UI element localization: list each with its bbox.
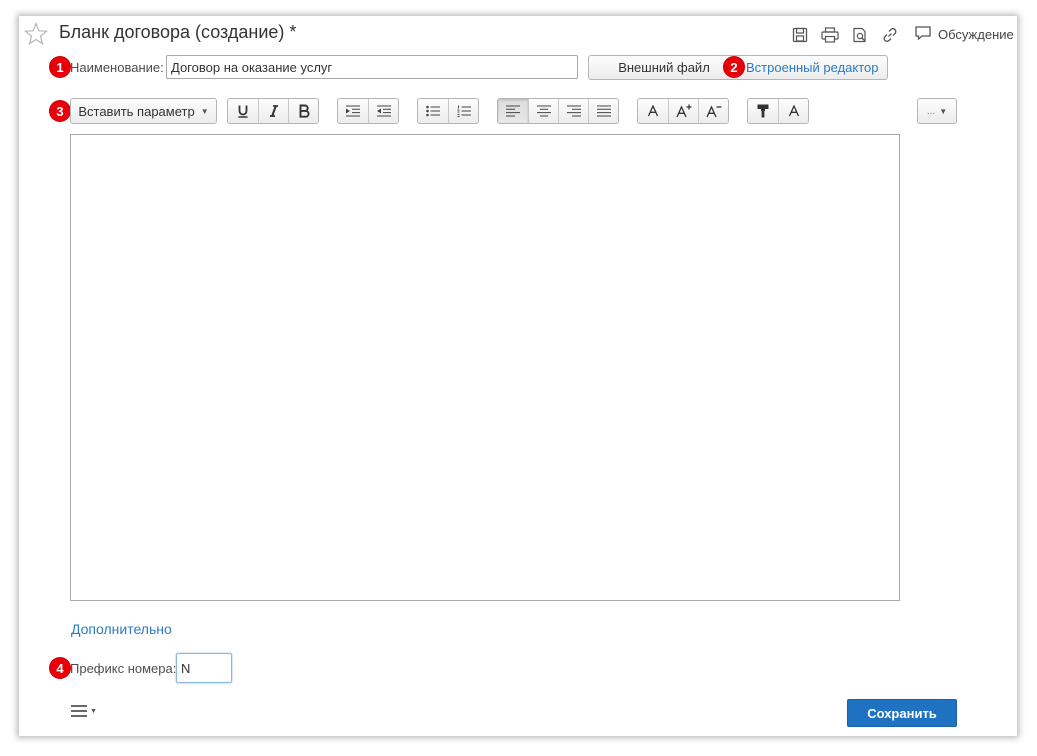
increase-indent-button[interactable] xyxy=(338,99,368,123)
preview-icon[interactable] xyxy=(850,25,870,45)
document-editor[interactable] xyxy=(70,134,900,601)
discussion-button[interactable]: Обсуждение xyxy=(914,25,1014,44)
decrease-indent-button[interactable] xyxy=(368,99,398,123)
save-icon[interactable] xyxy=(790,25,810,45)
additional-link[interactable]: Дополнительно xyxy=(71,621,172,637)
favorite-star-icon[interactable] xyxy=(23,21,49,46)
more-actions-dropdown[interactable]: ... ▼ xyxy=(917,98,957,124)
bold-button[interactable] xyxy=(288,99,318,123)
font-size-group xyxy=(637,98,729,124)
callout-badge-1: 1 xyxy=(50,57,70,77)
save-button[interactable]: Сохранить xyxy=(847,699,957,727)
form-window: Бланк договора (создание) * Обсуждение 1… xyxy=(19,16,1017,736)
list-group xyxy=(417,98,479,124)
align-center-icon xyxy=(536,105,551,117)
format-painter-button[interactable] xyxy=(748,99,778,123)
text-color-icon xyxy=(788,105,799,117)
bulleted-list-button[interactable] xyxy=(418,99,448,123)
prefix-input[interactable]: N xyxy=(176,653,232,683)
align-justify-icon xyxy=(596,105,611,117)
font-size-increase-icon xyxy=(675,104,691,118)
numbered-list-button[interactable] xyxy=(448,99,478,123)
numbered-list-icon xyxy=(457,105,471,117)
bulleted-list-icon xyxy=(426,105,440,117)
link-icon[interactable] xyxy=(880,25,900,45)
print-icon[interactable] xyxy=(820,25,840,45)
external-file-button[interactable]: Внешний файл xyxy=(589,56,739,79)
more-menu-button[interactable]: ▼ xyxy=(71,705,97,717)
chat-icon xyxy=(914,25,932,44)
align-right-button[interactable] xyxy=(558,99,588,123)
bold-icon xyxy=(299,104,309,118)
discussion-label: Обсуждение xyxy=(938,27,1014,42)
underline-icon xyxy=(238,105,248,118)
format-painter-icon xyxy=(757,104,769,118)
builtin-editor-button[interactable]: Встроенный редактор xyxy=(746,56,878,79)
dropdown-arrow-icon: ▼ xyxy=(939,106,948,116)
prefix-label: Префикс номера: xyxy=(70,661,177,676)
page-title: Бланк договора (создание) * xyxy=(59,22,297,42)
indent-decrease-icon xyxy=(376,105,391,117)
indent-increase-icon xyxy=(346,105,360,117)
indent-group xyxy=(337,98,399,124)
dropdown-arrow-icon: ▼ xyxy=(90,707,97,715)
text-style-group xyxy=(227,98,319,124)
align-left-icon xyxy=(506,105,520,117)
align-right-icon xyxy=(566,105,581,117)
alignment-group xyxy=(497,98,619,124)
callout-badge-3: 3 xyxy=(50,101,70,121)
insert-parameter-label: Вставить параметр xyxy=(78,103,195,119)
dropdown-arrow-icon: ▼ xyxy=(200,106,209,116)
italic-button[interactable] xyxy=(258,99,288,123)
insert-parameter-dropdown[interactable]: Вставить параметр ▼ xyxy=(70,98,217,124)
callout-badge-4: 4 xyxy=(50,658,70,678)
text-color-button[interactable] xyxy=(778,99,808,123)
italic-icon xyxy=(269,105,278,117)
font-size-decrease-button[interactable] xyxy=(698,99,728,123)
align-left-button[interactable] xyxy=(498,99,528,123)
font-icon xyxy=(647,105,659,117)
font-size-decrease-icon xyxy=(705,105,721,118)
name-input[interactable]: Договор на оказание услуг xyxy=(166,55,578,79)
format-group xyxy=(747,98,809,124)
name-label: Наименование: xyxy=(70,60,164,75)
font-button[interactable] xyxy=(638,99,668,123)
align-justify-button[interactable] xyxy=(588,99,618,123)
hamburger-menu-icon xyxy=(71,705,87,717)
more-label: ... xyxy=(926,105,936,117)
align-center-button[interactable] xyxy=(528,99,558,123)
callout-badge-2: 2 xyxy=(724,57,744,77)
underline-button[interactable] xyxy=(228,99,258,123)
font-size-increase-button[interactable] xyxy=(668,99,698,123)
